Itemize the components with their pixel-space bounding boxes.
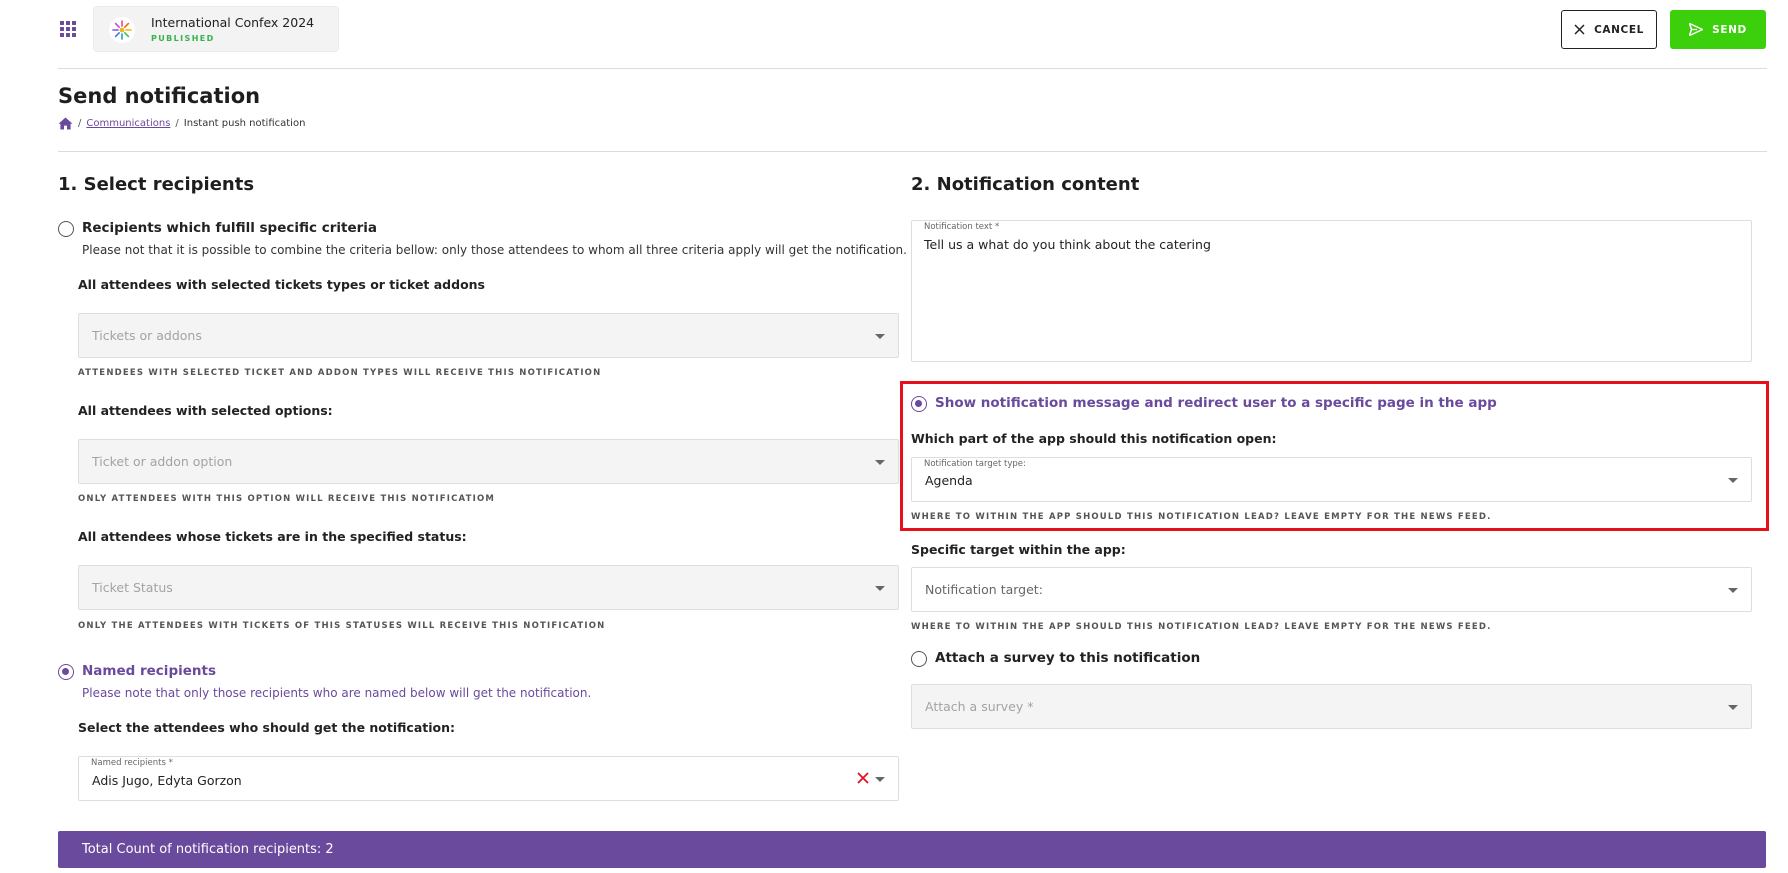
notification-text-value: Tell us a what do you think about the ca… xyxy=(924,237,1211,252)
cancel-button[interactable]: CANCEL xyxy=(1561,10,1657,49)
event-status-badge: PUBLISHED xyxy=(151,34,215,43)
redirect-radio[interactable] xyxy=(911,396,927,412)
criteria-radio-label[interactable]: Recipients which fulfill specific criter… xyxy=(82,220,377,236)
event-name: International Confex 2024 xyxy=(151,15,315,30)
apps-grid-icon[interactable] xyxy=(60,21,76,37)
chevron-down-icon xyxy=(875,586,885,591)
title-divider xyxy=(58,151,1767,152)
tickets-heading: All attendees with selected tickets type… xyxy=(78,277,486,292)
named-recipients-radio[interactable] xyxy=(58,664,74,680)
survey-select-placeholder: Attach a survey * xyxy=(925,699,1034,714)
breadcrumb-separator: / xyxy=(175,118,179,129)
event-selector[interactable]: International Confex 2024 PUBLISHED xyxy=(93,6,339,52)
close-icon xyxy=(1574,24,1585,35)
tickets-hint: Attendees with selected ticket and addon… xyxy=(78,368,602,378)
status-select[interactable]: Ticket Status xyxy=(78,565,899,610)
status-hint: Only the attendees with tickets of this … xyxy=(78,621,606,631)
tickets-select-placeholder: Tickets or addons xyxy=(92,328,202,343)
named-recipients-help-text: Please note that only those recipients w… xyxy=(82,686,592,700)
named-recipients-float-label: Named recipients * xyxy=(91,758,173,768)
options-hint: Only attendees with this option will rec… xyxy=(78,494,496,504)
breadcrumb-link-communications[interactable]: Communications xyxy=(86,118,170,129)
specific-target-placeholder: Notification target: xyxy=(925,582,1043,597)
chevron-down-icon xyxy=(1728,588,1738,593)
event-logo-icon xyxy=(109,17,135,43)
options-select-placeholder: Ticket or addon option xyxy=(92,454,233,469)
header-divider xyxy=(58,68,1767,69)
target-type-hint: Where to within the app should this noti… xyxy=(911,512,1492,522)
chevron-down-icon xyxy=(1728,478,1738,483)
send-button[interactable]: SEND xyxy=(1670,10,1766,49)
named-recipients-select[interactable]: Named recipients * Adis Jugo, Edyta Gorz… xyxy=(78,756,899,801)
named-recipients-value: Adis Jugo, Edyta Gorzon xyxy=(92,773,242,788)
notification-text-field[interactable]: Notification text * Tell us a what do yo… xyxy=(911,220,1752,362)
send-icon xyxy=(1689,23,1704,36)
page-title: Send notification xyxy=(58,84,261,108)
survey-radio[interactable] xyxy=(911,651,927,667)
redirect-radio-label[interactable]: Show notification message and redirect u… xyxy=(935,395,1497,411)
options-select[interactable]: Ticket or addon option xyxy=(78,439,899,484)
breadcrumb: / Communications / Instant push notifica… xyxy=(58,117,305,130)
send-button-label: SEND xyxy=(1712,23,1747,36)
survey-select[interactable]: Attach a survey * xyxy=(911,684,1752,729)
criteria-help-text: Please not that it is possible to combin… xyxy=(82,243,907,257)
target-type-select[interactable]: Notification target type: Agenda xyxy=(911,457,1752,502)
breadcrumb-current: Instant push notification xyxy=(183,118,306,129)
specific-target-select[interactable]: Notification target: xyxy=(911,567,1752,612)
recipients-section-title: 1. Select recipients xyxy=(58,174,255,195)
notification-text-label: Notification text * xyxy=(924,222,1000,232)
specific-target-hint: Where to within the app should this noti… xyxy=(911,622,1492,632)
status-heading: All attendees whose tickets are in the s… xyxy=(78,529,467,544)
chevron-down-icon xyxy=(875,460,885,465)
chevron-down-icon xyxy=(1728,705,1738,710)
specific-target-heading: Specific target within the app: xyxy=(911,542,1126,557)
content-section-title: 2. Notification content xyxy=(911,174,1140,195)
tickets-select[interactable]: Tickets or addons xyxy=(78,313,899,358)
criteria-radio[interactable] xyxy=(58,221,74,237)
survey-radio-label[interactable]: Attach a survey to this notification xyxy=(935,650,1200,666)
status-select-placeholder: Ticket Status xyxy=(92,580,173,595)
clear-icon[interactable] xyxy=(856,771,870,785)
recipient-count-bar: Total Count of notification recipients: … xyxy=(58,831,1766,868)
target-type-heading: Which part of the app should this notifi… xyxy=(911,431,1277,446)
chevron-down-icon xyxy=(875,777,885,782)
named-recipients-heading: Select the attendees who should get the … xyxy=(78,720,455,735)
home-icon[interactable] xyxy=(58,117,73,130)
options-heading: All attendees with selected options: xyxy=(78,403,333,418)
target-type-float-label: Notification target type: xyxy=(924,459,1026,469)
chevron-down-icon xyxy=(875,334,885,339)
breadcrumb-separator: / xyxy=(78,118,82,129)
cancel-button-label: CANCEL xyxy=(1594,23,1644,36)
named-recipients-radio-label[interactable]: Named recipients xyxy=(82,663,216,679)
recipient-count-text: Total Count of notification recipients: … xyxy=(82,842,334,857)
target-type-value: Agenda xyxy=(925,473,973,488)
